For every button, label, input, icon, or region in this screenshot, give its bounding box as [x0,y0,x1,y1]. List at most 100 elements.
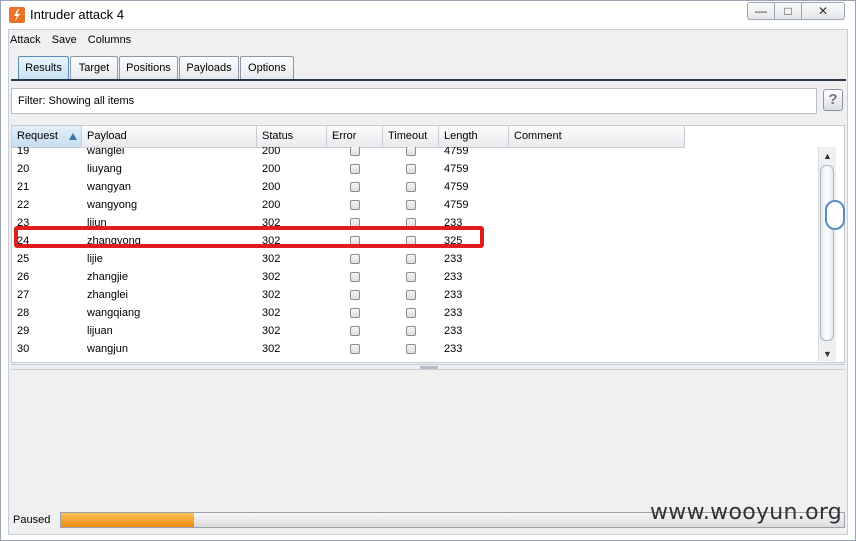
cell-status: 200 [262,181,281,193]
filter-bar[interactable]: Filter: Showing all items [11,88,817,114]
scroll-knob[interactable] [825,200,845,230]
cell-length: 233 [444,271,463,283]
minimize-icon: — [755,4,767,18]
timeout-checkbox[interactable] [406,164,416,174]
cell-request: 26 [17,271,30,283]
error-checkbox[interactable] [350,272,360,282]
tab-target[interactable]: Target [70,56,118,79]
cell-status: 302 [262,361,280,362]
cell-request: 19 [17,147,30,157]
close-button[interactable]: ✕ [801,2,845,20]
timeout-checkbox[interactable] [406,254,416,264]
table-row[interactable]: 27 zhanglei 302 233 [12,287,685,305]
cell-request: 31 [17,361,29,362]
splitter-grip-icon[interactable] [420,366,438,369]
table-row[interactable]: 20 liuyang 200 4759 [12,161,685,179]
timeout-checkbox[interactable] [406,290,416,300]
timeout-checkbox[interactable] [406,326,416,336]
timeout-checkbox[interactable] [406,362,416,363]
cell-status: 302 [262,289,281,301]
menu-save[interactable]: Save [52,34,77,46]
cell-request: 25 [17,253,30,265]
sort-ascending-icon [69,133,77,140]
column-header-comment[interactable]: Comment [509,126,685,147]
help-button[interactable]: ? [823,89,843,111]
tab-options[interactable]: Options [240,56,294,79]
cell-status: 302 [262,343,281,355]
highlight-box [14,226,484,248]
column-header-length[interactable]: Length [439,126,509,147]
table-row[interactable]: 21 wangyan 200 4759 [12,179,685,197]
tab-results[interactable]: Results [18,56,69,79]
error-checkbox[interactable] [350,290,360,300]
timeout-checkbox[interactable] [406,344,416,354]
cell-payload: lijuan [87,325,113,337]
error-checkbox[interactable] [350,344,360,354]
timeout-checkbox[interactable] [406,272,416,282]
cell-length: 233 [444,361,462,362]
timeout-checkbox[interactable] [406,182,416,192]
error-checkbox[interactable] [350,308,360,318]
window-title: Intruder attack 4 [30,7,124,22]
table-row[interactable]: 19 wanglei 200 4759 [12,147,685,161]
minimize-button[interactable]: — [747,2,775,20]
menu-attack[interactable]: Attack [10,34,41,46]
cell-length: 233 [444,253,463,265]
column-header-timeout[interactable]: Timeout [383,126,439,147]
column-header-payload[interactable]: Payload [82,126,257,147]
error-checkbox[interactable] [350,182,360,192]
cell-payload: lijie [87,253,103,265]
table-body: 19 wanglei 200 4759 20 liuyang 200 4759 21 wangya… [12,147,685,363]
cell-payload: zhangjie [87,271,128,283]
cell-request: 21 [17,181,30,193]
timeout-checkbox[interactable] [406,308,416,318]
table-row[interactable]: 28 wangqiang 302 233 [12,305,685,323]
table-row[interactable]: 29 lijuan 302 233 [12,323,685,341]
timeout-checkbox[interactable] [406,200,416,210]
column-header-status[interactable]: Status [257,126,327,147]
cell-request: 28 [17,307,30,319]
menu-bar: Attack Save Columns [10,34,139,50]
table-rows: 19 wanglei 200 4759 20 liuyang 200 4759 21 wangya… [12,147,685,363]
cell-payload: wangjun [87,343,128,355]
vertical-scrollbar[interactable]: ▲ ▼ [818,147,836,361]
title-bar[interactable]: Intruder attack 4 [1,1,855,29]
cell-request: 22 [17,199,30,211]
table-row[interactable]: 22 wangyong 200 4759 [12,197,685,215]
cell-payload: wangqiang [87,307,141,319]
filter-text: Filter: Showing all items [18,95,135,107]
cell-request: 29 [17,325,30,337]
table-row[interactable]: 26 zhangjie 302 233 [12,269,685,287]
cell-payload: liuyang [87,163,122,175]
column-header-label: Request [17,130,58,142]
error-checkbox[interactable] [350,362,360,363]
cell-request: 30 [17,343,30,355]
table-row[interactable]: 31 zhangyan 302 233 [12,359,685,363]
table-header: Request Payload Status Error Timeout Len… [12,126,685,148]
timeout-checkbox[interactable] [406,147,416,156]
detail-pane [11,371,845,507]
error-checkbox[interactable] [350,164,360,174]
tab-payloads[interactable]: Payloads [179,56,239,79]
column-header-error[interactable]: Error [327,126,383,147]
error-checkbox[interactable] [350,200,360,210]
scroll-up-arrow-icon[interactable]: ▲ [819,149,836,163]
cell-length: 233 [444,325,463,337]
cell-length: 4759 [444,181,469,193]
scroll-down-arrow-icon[interactable]: ▼ [819,347,836,361]
cell-length: 233 [444,343,463,355]
scroll-thumb[interactable] [820,165,834,341]
cell-length: 233 [444,289,463,301]
error-checkbox[interactable] [350,147,360,156]
error-checkbox[interactable] [350,254,360,264]
cell-status: 302 [262,325,281,337]
column-header-request[interactable]: Request [12,126,82,147]
error-checkbox[interactable] [350,326,360,336]
pane-splitter[interactable] [11,364,845,370]
maximize-button[interactable]: □ [774,2,802,20]
status-label: Paused [13,514,51,526]
table-row[interactable]: 25 lijie 302 233 [12,251,685,269]
table-row[interactable]: 30 wangjun 302 233 [12,341,685,359]
menu-columns[interactable]: Columns [88,34,131,46]
tab-positions[interactable]: Positions [119,56,178,79]
